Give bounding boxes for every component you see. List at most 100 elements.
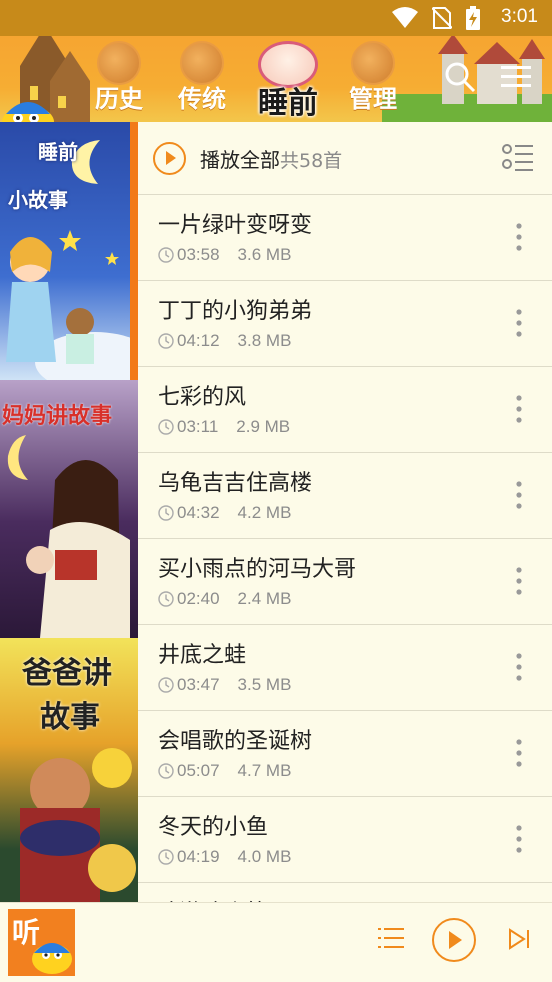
selected-indicator: [130, 122, 138, 380]
tab-traditional[interactable]: 传统: [178, 36, 226, 122]
track-count: 共58首: [280, 150, 343, 172]
track-row[interactable]: 买小雨点的河马大哥 02:40 2.4 MB: [138, 539, 552, 625]
track-row[interactable]: 丁丁的小狗弟弟 04:12 3.8 MB: [138, 281, 552, 367]
track-duration: 03:11: [177, 417, 219, 436]
track-title: 七彩的风: [158, 385, 247, 410]
clock-icon: [158, 333, 174, 349]
track-row[interactable]: 七彩的风 03:11 2.9 MB: [138, 367, 552, 453]
book-item-dad-stories[interactable]: 爸爸讲 故事: [0, 638, 138, 902]
track-meta: 02:40 2.4 MB: [158, 589, 291, 609]
track-duration: 04:19: [177, 847, 220, 866]
track-size: 4.2 MB: [237, 503, 292, 522]
track-row[interactable]: 冬天的小鱼 04:19 4.0 MB: [138, 797, 552, 883]
more-options-icon[interactable]: [516, 739, 522, 767]
track-title: 买小雨点的河马大哥: [158, 557, 357, 582]
no-sim-icon: [431, 6, 453, 34]
clock-icon: [158, 763, 174, 779]
history-tab-icon: [97, 41, 141, 85]
clock-icon: [158, 677, 174, 693]
track-size: 3.8 MB: [237, 331, 292, 350]
book-cover: 妈妈讲故事: [0, 380, 138, 638]
play-all-text: 播放全部: [200, 148, 280, 172]
clock-time: 3:01: [501, 6, 538, 27]
track-row[interactable]: 乌龟吉吉住高楼 04:32 4.2 MB: [138, 453, 552, 539]
track-size: 4.0 MB: [237, 847, 292, 866]
track-duration: 05:07: [177, 761, 220, 780]
track-meta: 03:11 2.9 MB: [158, 417, 290, 437]
album-art[interactable]: 听: [8, 909, 75, 976]
manage-tab-icon: [351, 41, 395, 85]
book-title-line1: 爸爸讲: [22, 656, 112, 691]
track-duration: 04:12: [177, 331, 220, 350]
track-list: 一片绿叶变呀变 03:58 3.6 MB 丁丁的小狗弟弟 04:12 3.8 MB 七彩的风…: [138, 195, 552, 905]
status-icons: [392, 6, 480, 34]
book-title-line1: 睡前: [38, 140, 78, 164]
search-icon: [445, 62, 476, 93]
track-title: 井底之蛙: [158, 643, 247, 668]
tab-bedtime[interactable]: 睡前: [258, 36, 318, 122]
book-item-bedtime-stories[interactable]: 睡前 小故事: [0, 122, 138, 380]
more-options-icon[interactable]: [516, 825, 522, 853]
clock-icon: [158, 591, 174, 607]
traditional-tab-icon: [180, 41, 224, 85]
track-meta: 05:07 4.7 MB: [158, 761, 291, 781]
book-title-line2: 小故事: [8, 188, 68, 212]
more-options-icon[interactable]: [516, 567, 522, 595]
castle-illustration-left: [2, 36, 90, 122]
more-options-icon[interactable]: [516, 653, 522, 681]
book-item-mom-stories[interactable]: 妈妈讲故事: [0, 380, 138, 638]
track-title: 会唱歌的圣诞树: [158, 729, 313, 754]
more-options-icon[interactable]: [516, 481, 522, 509]
book-cover: 爸爸讲 故事: [0, 638, 138, 902]
status-bar: 3:01: [0, 0, 552, 36]
more-options-icon[interactable]: [516, 309, 522, 337]
clock-icon: [158, 419, 174, 435]
tab-manage[interactable]: 管理: [349, 36, 397, 122]
book-title-line2: 故事: [40, 700, 100, 735]
menu-button[interactable]: [499, 60, 533, 94]
tab-history[interactable]: 历史: [95, 36, 143, 122]
track-row[interactable]: 会唱歌的圣诞树 05:07 4.7 MB: [138, 711, 552, 797]
track-duration: 02:40: [177, 589, 220, 608]
more-options-icon[interactable]: [516, 223, 522, 251]
play-all-bar[interactable]: 播放全部共58首: [138, 122, 552, 195]
track-row[interactable]: 井底之蛙 03:47 3.5 MB: [138, 625, 552, 711]
track-meta: 03:47 3.5 MB: [158, 675, 291, 695]
clock-icon: [158, 247, 174, 263]
album-art-label: 听: [12, 916, 41, 949]
list-mode-icon[interactable]: [502, 144, 534, 172]
track-title: 冬天的小鱼: [158, 815, 269, 840]
play-button[interactable]: [432, 918, 476, 962]
clock-icon: [158, 505, 174, 521]
hamburger-menu-icon: [501, 66, 531, 87]
track-row[interactable]: 一片绿叶变呀变 03:58 3.6 MB: [138, 195, 552, 281]
play-all-icon[interactable]: [153, 142, 186, 175]
track-meta: 04:12 3.8 MB: [158, 331, 291, 351]
skip-next-icon[interactable]: [507, 927, 531, 951]
book-title: 妈妈讲故事: [2, 404, 113, 429]
track-title: 丁丁的小狗弟弟: [158, 299, 313, 324]
track-title: 乌龟吉吉住高楼: [158, 471, 313, 496]
track-duration: 03:58: [177, 245, 220, 264]
track-meta: 04:32 4.2 MB: [158, 503, 291, 523]
book-list: 睡前 小故事 妈妈讲故事 爸爸讲 故事: [0, 122, 138, 902]
book-cover: 睡前 小故事: [0, 122, 130, 380]
track-size: 2.9 MB: [236, 417, 291, 436]
track-meta: 04:19 4.0 MB: [158, 847, 291, 867]
track-duration: 03:47: [177, 675, 220, 694]
bottom-player: 听: [0, 902, 552, 982]
track-meta: 03:58 3.6 MB: [158, 245, 291, 265]
more-options-icon[interactable]: [516, 395, 522, 423]
clock-icon: [158, 849, 174, 865]
tab-bedtime-label: 睡前: [258, 86, 318, 121]
track-duration: 04:32: [177, 503, 220, 522]
play-all-label: 播放全部共58首: [200, 144, 342, 173]
playlist-queue-icon[interactable]: [378, 927, 404, 949]
wifi-icon: [392, 7, 418, 33]
search-button[interactable]: [443, 60, 477, 94]
track-size: 4.7 MB: [237, 761, 292, 780]
track-size: 2.4 MB: [237, 589, 292, 608]
track-size: 3.6 MB: [237, 245, 292, 264]
header-banner: 历史 传统 睡前 管理: [0, 36, 552, 122]
track-size: 3.5 MB: [237, 675, 292, 694]
